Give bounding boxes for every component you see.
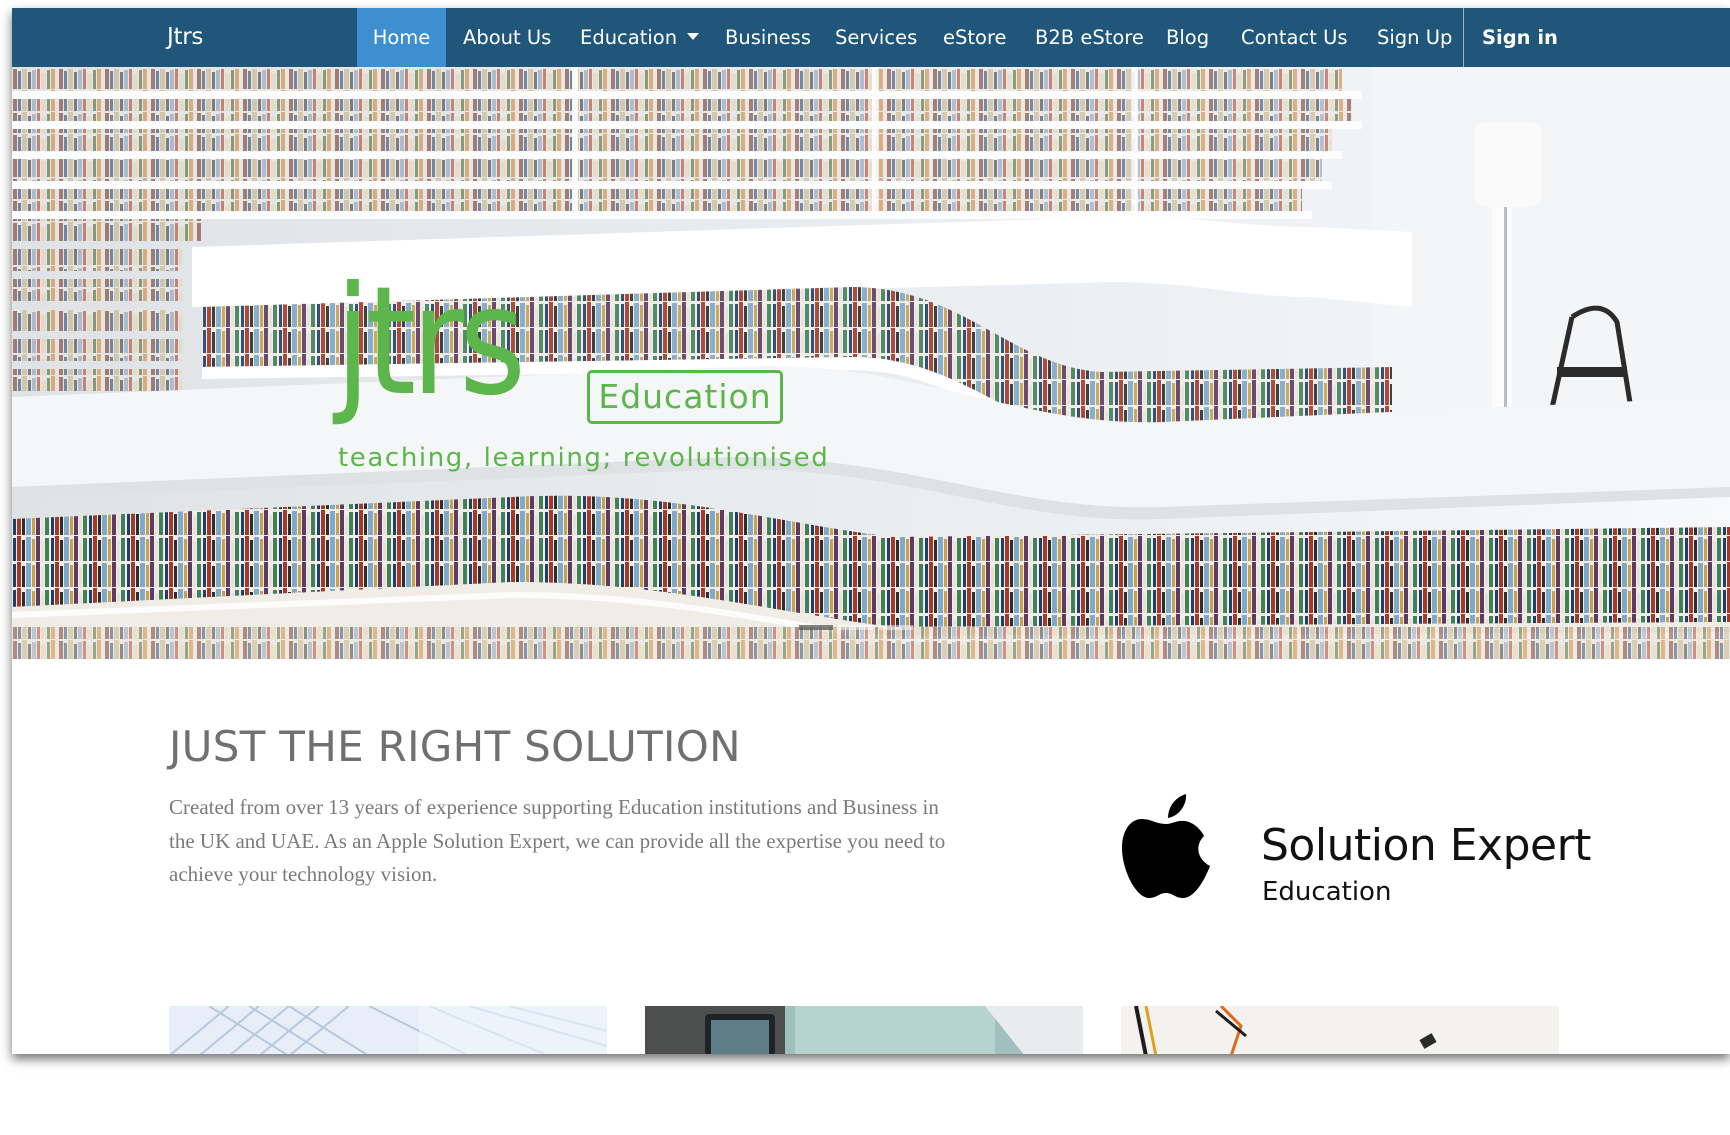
nav-divider (1463, 8, 1464, 67)
hero-logo-badge: Education (587, 370, 783, 424)
carousel-indicator-2[interactable] (839, 625, 873, 630)
nav-blog[interactable]: Blog (1166, 8, 1209, 67)
nav-estore[interactable]: eStore (943, 8, 1007, 67)
top-navbar: Jtrs Home About Us Education Business Se… (12, 8, 1730, 67)
brand-logo-link[interactable]: Jtrs (167, 8, 203, 67)
nav-about-us[interactable]: About Us (463, 8, 551, 67)
apple-icon (1122, 794, 1210, 898)
nav-home[interactable]: Home (357, 8, 446, 67)
solution-expert-title: Solution Expert (1261, 820, 1591, 871)
section-headline: JUST THE RIGHT SOLUTION (169, 722, 741, 771)
architecture-image[interactable] (169, 1006, 607, 1054)
cables-image[interactable] (1121, 1006, 1559, 1054)
nav-education-label: Education (580, 26, 678, 49)
nav-contact-us[interactable]: Contact Us (1241, 8, 1348, 67)
hero-logo-wordmark: jtrs (335, 255, 526, 429)
tablet-image[interactable] (645, 1006, 1083, 1054)
nav-sign-up[interactable]: Sign Up (1377, 8, 1452, 67)
caret-down-icon (687, 33, 700, 40)
intro-paragraph: Created from over 13 years of experience… (169, 795, 946, 886)
hero-carousel: jtrs Education teaching, learning; revol… (12, 67, 1730, 659)
nav-services[interactable]: Services (835, 8, 917, 67)
carousel-indicator-3[interactable] (879, 625, 913, 630)
nav-sign-in[interactable]: Sign in (1482, 8, 1558, 67)
nav-b2b-estore[interactable]: B2B eStore (1035, 8, 1144, 67)
carousel-indicator-1[interactable] (799, 625, 833, 630)
hero-tagline: teaching, learning; revolutionised (338, 443, 830, 473)
browser-viewport: Jtrs Home About Us Education Business Se… (12, 8, 1730, 1054)
solution-expert-subtitle: Education (1262, 877, 1392, 907)
nav-business[interactable]: Business (725, 8, 811, 67)
library-photo (12, 67, 1730, 659)
nav-education[interactable]: Education (580, 8, 700, 67)
